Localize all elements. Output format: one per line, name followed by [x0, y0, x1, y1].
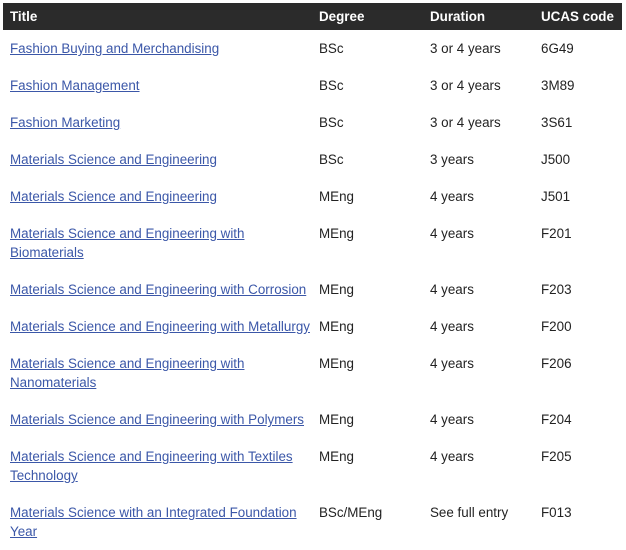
ucas-code-cell: 3M89: [541, 78, 575, 93]
degree-cell: BSc/MEng: [319, 505, 383, 520]
duration-cell: 3 or 4 years: [430, 115, 501, 130]
degree-cell: MEng: [319, 449, 354, 464]
table-row: Materials Science and Engineering with C…: [3, 271, 622, 308]
table-row: Materials Science and Engineering with T…: [3, 438, 622, 494]
table-row: Fashion Buying and Merchandising BSc 3 o…: [3, 30, 622, 67]
degree-cell: MEng: [319, 319, 354, 334]
course-table: Title Degree Duration UCAS code Fashion …: [3, 3, 622, 550]
header-degree: Degree: [319, 9, 365, 24]
table-row: Materials Science and Engineering with N…: [3, 345, 622, 401]
degree-cell: MEng: [319, 226, 354, 241]
header-duration: Duration: [430, 9, 486, 24]
duration-cell: 3 or 4 years: [430, 41, 501, 56]
ucas-code-cell: F013: [541, 505, 572, 520]
table-row: Materials Science and Engineering with M…: [3, 308, 622, 345]
table-row: Materials Science and Engineering MEng 4…: [3, 178, 622, 215]
duration-cell: 4 years: [430, 226, 474, 241]
title-cell: Materials Science and Engineering with C…: [3, 271, 312, 308]
title-cell: Materials Science with an Integrated Fou…: [3, 494, 312, 550]
duration-cell: See full entry: [430, 505, 509, 520]
duration-cell: 4 years: [430, 319, 474, 334]
course-link[interactable]: Materials Science and Engineering with M…: [10, 319, 310, 334]
course-link[interactable]: Materials Science and Engineering with P…: [10, 412, 304, 427]
ucas-code-cell: F206: [541, 356, 572, 371]
table-row: Materials Science and Engineering with P…: [3, 401, 622, 438]
header-title: Title: [10, 9, 38, 24]
title-cell: Fashion Buying and Merchandising: [3, 30, 312, 67]
course-link[interactable]: Materials Science and Engineering: [10, 189, 217, 204]
duration-cell: 4 years: [430, 189, 474, 204]
table-row: Materials Science and Engineering with B…: [3, 215, 622, 271]
title-cell: Materials Science and Engineering with M…: [3, 308, 312, 345]
course-link[interactable]: Materials Science and Engineering with B…: [10, 226, 244, 260]
table-row: Materials Science and Engineering BSc 3 …: [3, 141, 622, 178]
title-cell: Materials Science and Engineering with N…: [3, 345, 312, 401]
degree-cell: MEng: [319, 189, 354, 204]
title-cell: Fashion Marketing: [3, 104, 312, 141]
ucas-code-cell: 6G49: [541, 41, 574, 56]
table-row: Materials Science with an Integrated Fou…: [3, 494, 622, 550]
course-link[interactable]: Fashion Management: [10, 78, 140, 93]
duration-cell: 4 years: [430, 412, 474, 427]
degree-cell: MEng: [319, 282, 354, 297]
course-link[interactable]: Materials Science and Engineering: [10, 152, 217, 167]
title-cell: Materials Science and Engineering: [3, 141, 312, 178]
table-row: Fashion Marketing BSc 3 or 4 years 3S61: [3, 104, 622, 141]
ucas-code-cell: J500: [541, 152, 571, 167]
duration-cell: 4 years: [430, 356, 474, 371]
table-row: Fashion Management BSc 3 or 4 years 3M89: [3, 67, 622, 104]
degree-cell: BSc: [319, 41, 344, 56]
ucas-code-cell: J501: [541, 189, 571, 204]
course-link[interactable]: Fashion Buying and Merchandising: [10, 41, 219, 56]
course-link[interactable]: Materials Science and Engineering with N…: [10, 356, 244, 390]
course-link[interactable]: Materials Science and Engineering with T…: [10, 449, 293, 483]
header-ucas-code: UCAS code: [541, 9, 614, 24]
degree-cell: MEng: [319, 356, 354, 371]
degree-cell: BSc: [319, 152, 344, 167]
course-link[interactable]: Fashion Marketing: [10, 115, 120, 130]
degree-cell: MEng: [319, 412, 354, 427]
ucas-code-cell: F204: [541, 412, 572, 427]
course-table-container: Title Degree Duration UCAS code Fashion …: [0, 0, 626, 550]
title-cell: Materials Science and Engineering with P…: [3, 401, 312, 438]
course-link[interactable]: Materials Science with an Integrated Fou…: [10, 505, 297, 539]
table-header-row: Title Degree Duration UCAS code: [3, 3, 622, 30]
course-link[interactable]: Materials Science and Engineering with C…: [10, 282, 306, 297]
duration-cell: 3 years: [430, 152, 474, 167]
ucas-code-cell: F200: [541, 319, 572, 334]
duration-cell: 3 or 4 years: [430, 78, 501, 93]
degree-cell: BSc: [319, 115, 344, 130]
duration-cell: 4 years: [430, 282, 474, 297]
title-cell: Materials Science and Engineering: [3, 178, 312, 215]
duration-cell: 4 years: [430, 449, 474, 464]
ucas-code-cell: 3S61: [541, 115, 573, 130]
ucas-code-cell: F205: [541, 449, 572, 464]
ucas-code-cell: F203: [541, 282, 572, 297]
ucas-code-cell: F201: [541, 226, 572, 241]
title-cell: Fashion Management: [3, 67, 312, 104]
title-cell: Materials Science and Engineering with T…: [3, 438, 312, 494]
title-cell: Materials Science and Engineering with B…: [3, 215, 312, 271]
degree-cell: BSc: [319, 78, 344, 93]
